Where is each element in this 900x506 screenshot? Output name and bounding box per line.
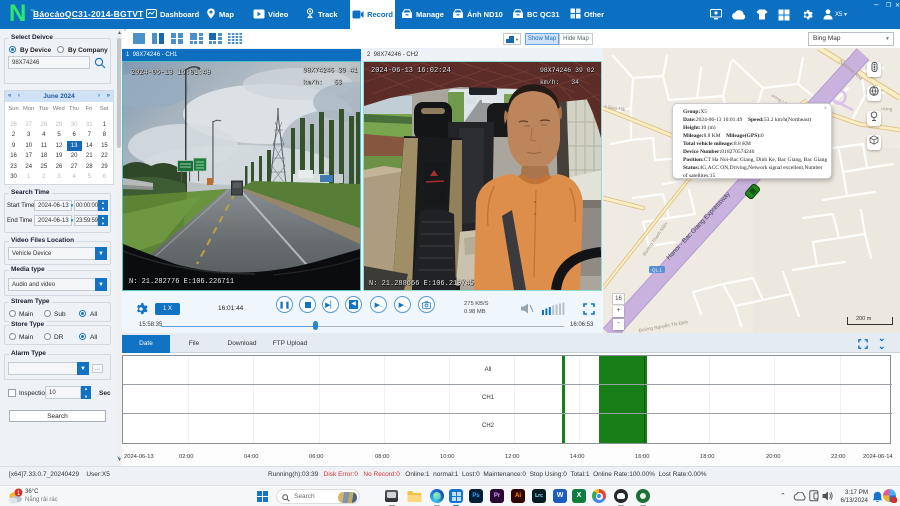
svg-text:QL.1: QL.1	[652, 267, 662, 272]
svg-text:ương: ương	[881, 106, 893, 112]
